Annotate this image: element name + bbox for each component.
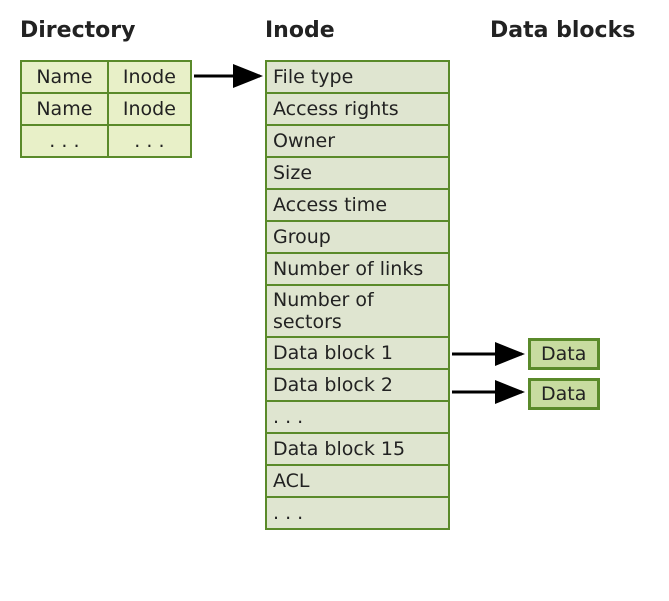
arrows-layer [0,0,669,601]
